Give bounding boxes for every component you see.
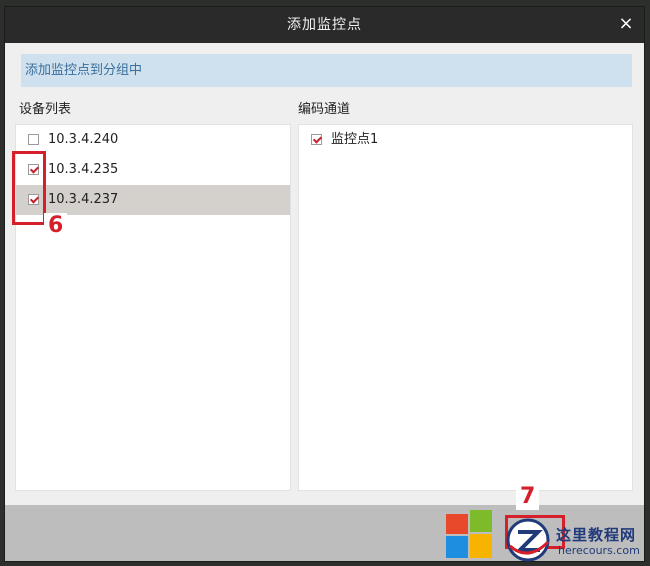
channel-label: 监控点1 <box>331 132 379 147</box>
device-row[interactable]: 10.3.4.240 <box>16 125 290 155</box>
watermark-brand-en: herecours.com <box>558 544 640 557</box>
channel-list-panel: 监控点1 <box>298 124 633 491</box>
device-label: 10.3.4.237 <box>48 192 119 207</box>
device-list-label: 设备列表 <box>19 102 72 117</box>
dialog-titlebar: 添加监控点 × <box>5 7 644 43</box>
watermark-brand-cn: 这里教程网 <box>556 526 637 544</box>
step6-highlight-box <box>12 151 46 225</box>
device-row[interactable]: 10.3.4.237 <box>16 185 290 215</box>
device-label: 10.3.4.235 <box>48 162 119 177</box>
hint-bar: 添加监控点到分组中 <box>21 54 632 87</box>
dialog-title: 添加监控点 <box>287 17 362 33</box>
channel-checkbox[interactable] <box>311 134 322 145</box>
device-row[interactable]: 10.3.4.235 <box>16 155 290 185</box>
step7-number: 7 <box>516 484 540 510</box>
channel-list-label: 编码通道 <box>298 102 351 117</box>
device-label: 10.3.4.240 <box>48 132 119 147</box>
close-icon[interactable]: × <box>616 14 636 34</box>
watermark: 这里教程网 herecours.com <box>444 510 650 562</box>
step6-number: 6 <box>44 213 68 239</box>
channel-row[interactable]: 监控点1 <box>299 125 632 155</box>
add-monitor-point-dialog: 添加监控点 × 添加监控点到分组中 设备列表 编码通道 10.3.4.240 1… <box>4 6 645 562</box>
device-list-panel: 10.3.4.240 10.3.4.235 10.3.4.237 <box>15 124 291 491</box>
device-checkbox[interactable] <box>28 134 39 145</box>
